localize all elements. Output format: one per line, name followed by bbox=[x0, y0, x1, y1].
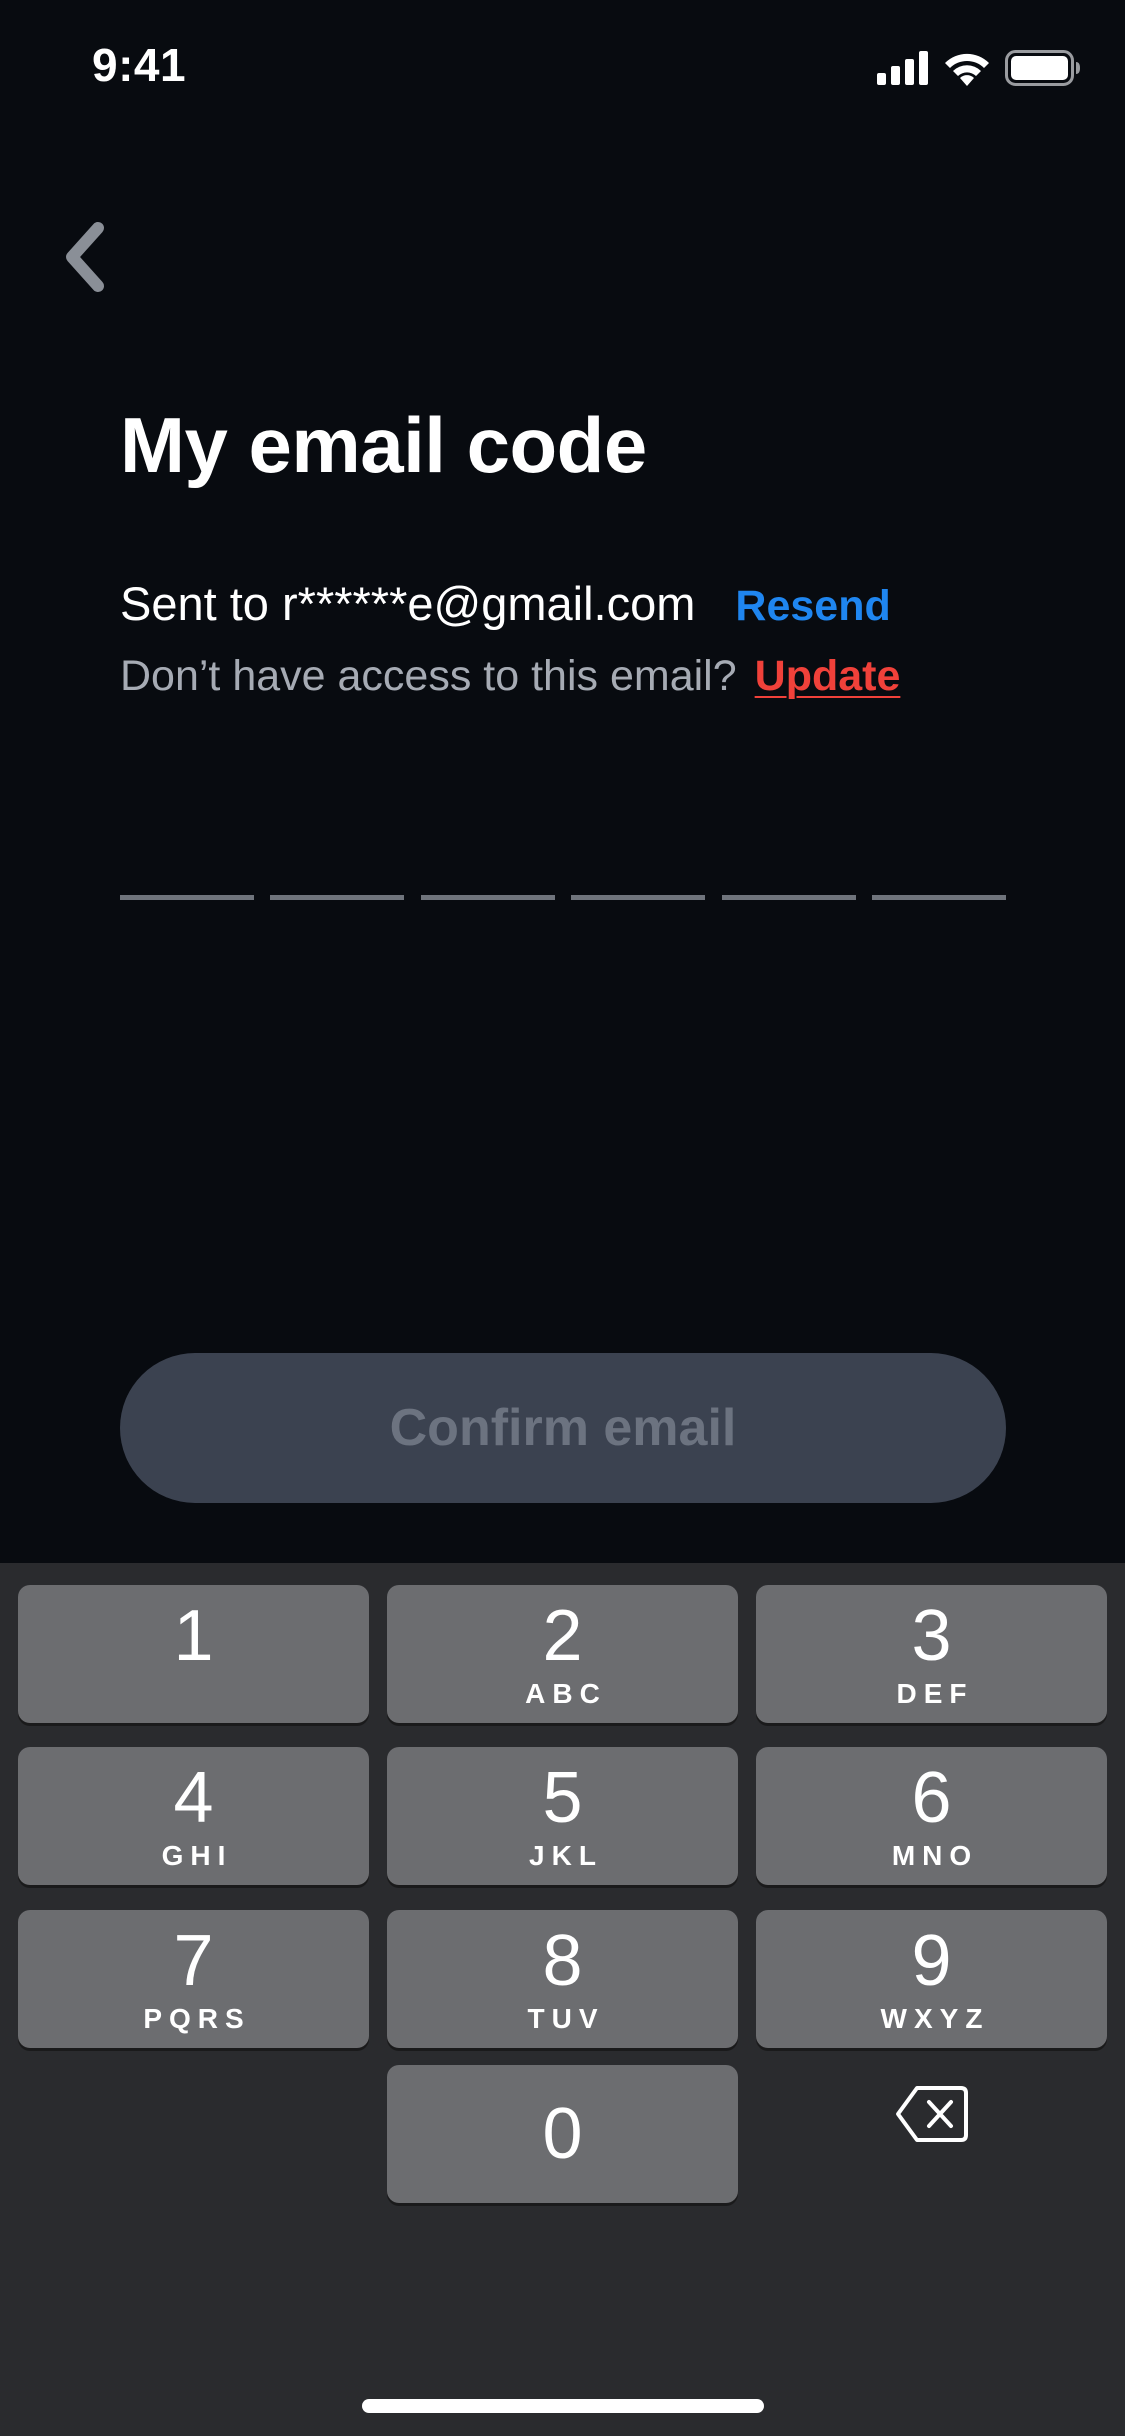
code-digit-1[interactable] bbox=[120, 840, 254, 900]
code-digit-3[interactable] bbox=[420, 840, 555, 900]
key-5[interactable]: 5 JKL bbox=[387, 1747, 738, 1885]
key-number: 8 bbox=[542, 1921, 583, 2001]
key-letters: PQRS bbox=[143, 2003, 251, 2034]
status-bar: 9:41 bbox=[0, 0, 1125, 132]
back-button[interactable] bbox=[50, 212, 120, 302]
code-digit-5[interactable] bbox=[721, 840, 856, 900]
code-digit-6[interactable] bbox=[871, 840, 1006, 900]
battery-icon bbox=[1005, 50, 1080, 86]
backspace-icon bbox=[895, 2086, 968, 2142]
email-code-screen: 9:41 My email code Sent to r******e@gmai… bbox=[0, 0, 1125, 2436]
code-input[interactable] bbox=[120, 840, 1006, 900]
key-4[interactable]: 4 GHI bbox=[18, 1747, 369, 1885]
update-email-link[interactable]: Update bbox=[755, 652, 901, 701]
key-8[interactable]: 8 TUV bbox=[387, 1910, 738, 2048]
wifi-icon bbox=[945, 53, 989, 86]
status-time: 9:41 bbox=[92, 39, 187, 91]
key-2[interactable]: 2 ABC bbox=[387, 1585, 738, 1723]
key-letters bbox=[190, 1678, 197, 1708]
numeric-keypad: 1 2 ABC 3 DEF 4 GHI 5 JKL 6 MNO 7 PQRS 8 bbox=[0, 1563, 1125, 2436]
key-6[interactable]: 6 MNO bbox=[756, 1747, 1107, 1885]
cellular-signal-icon bbox=[877, 51, 928, 85]
key-number: 7 bbox=[173, 1921, 214, 2001]
chevron-left-icon bbox=[66, 222, 104, 292]
key-number: 1 bbox=[173, 1596, 214, 1676]
key-letters: MNO bbox=[891, 1840, 979, 1871]
key-number: 3 bbox=[911, 1596, 952, 1676]
key-3[interactable]: 3 DEF bbox=[756, 1585, 1107, 1723]
page-title: My email code bbox=[120, 401, 647, 489]
sent-to-label: Sent to r******e@gmail.com bbox=[120, 577, 696, 630]
key-number: 5 bbox=[542, 1758, 583, 1838]
code-digit-2[interactable] bbox=[270, 840, 405, 900]
backspace-key[interactable] bbox=[756, 2045, 1107, 2183]
sent-to-line: Sent to r******e@gmail.com Resend bbox=[120, 576, 891, 631]
home-indicator[interactable] bbox=[362, 2399, 764, 2413]
key-letters: TUV bbox=[527, 2003, 605, 2034]
key-number: 0 bbox=[542, 2094, 583, 2174]
code-digit-4[interactable] bbox=[571, 840, 706, 900]
key-1[interactable]: 1 bbox=[18, 1585, 369, 1723]
key-0[interactable]: 0 bbox=[387, 2065, 738, 2203]
key-number: 4 bbox=[173, 1758, 214, 1838]
key-7[interactable]: 7 PQRS bbox=[18, 1910, 369, 2048]
key-letters: ABC bbox=[525, 1678, 607, 1709]
key-number: 2 bbox=[542, 1596, 583, 1676]
key-letters: JKL bbox=[529, 1840, 603, 1871]
key-9[interactable]: 9 WXYZ bbox=[756, 1910, 1107, 2048]
key-letters: DEF bbox=[896, 1678, 974, 1709]
status-icons bbox=[877, 46, 1081, 90]
key-number: 6 bbox=[911, 1758, 952, 1838]
confirm-email-button[interactable]: Confirm email bbox=[120, 1353, 1006, 1503]
key-letters: WXYZ bbox=[880, 2003, 990, 2034]
resend-link[interactable]: Resend bbox=[735, 582, 890, 631]
key-number: 9 bbox=[911, 1921, 952, 2001]
access-line: Don’t have access to this email? Update bbox=[120, 652, 900, 701]
no-access-label: Don’t have access to this email? bbox=[120, 652, 737, 700]
key-letters: GHI bbox=[161, 1840, 233, 1871]
